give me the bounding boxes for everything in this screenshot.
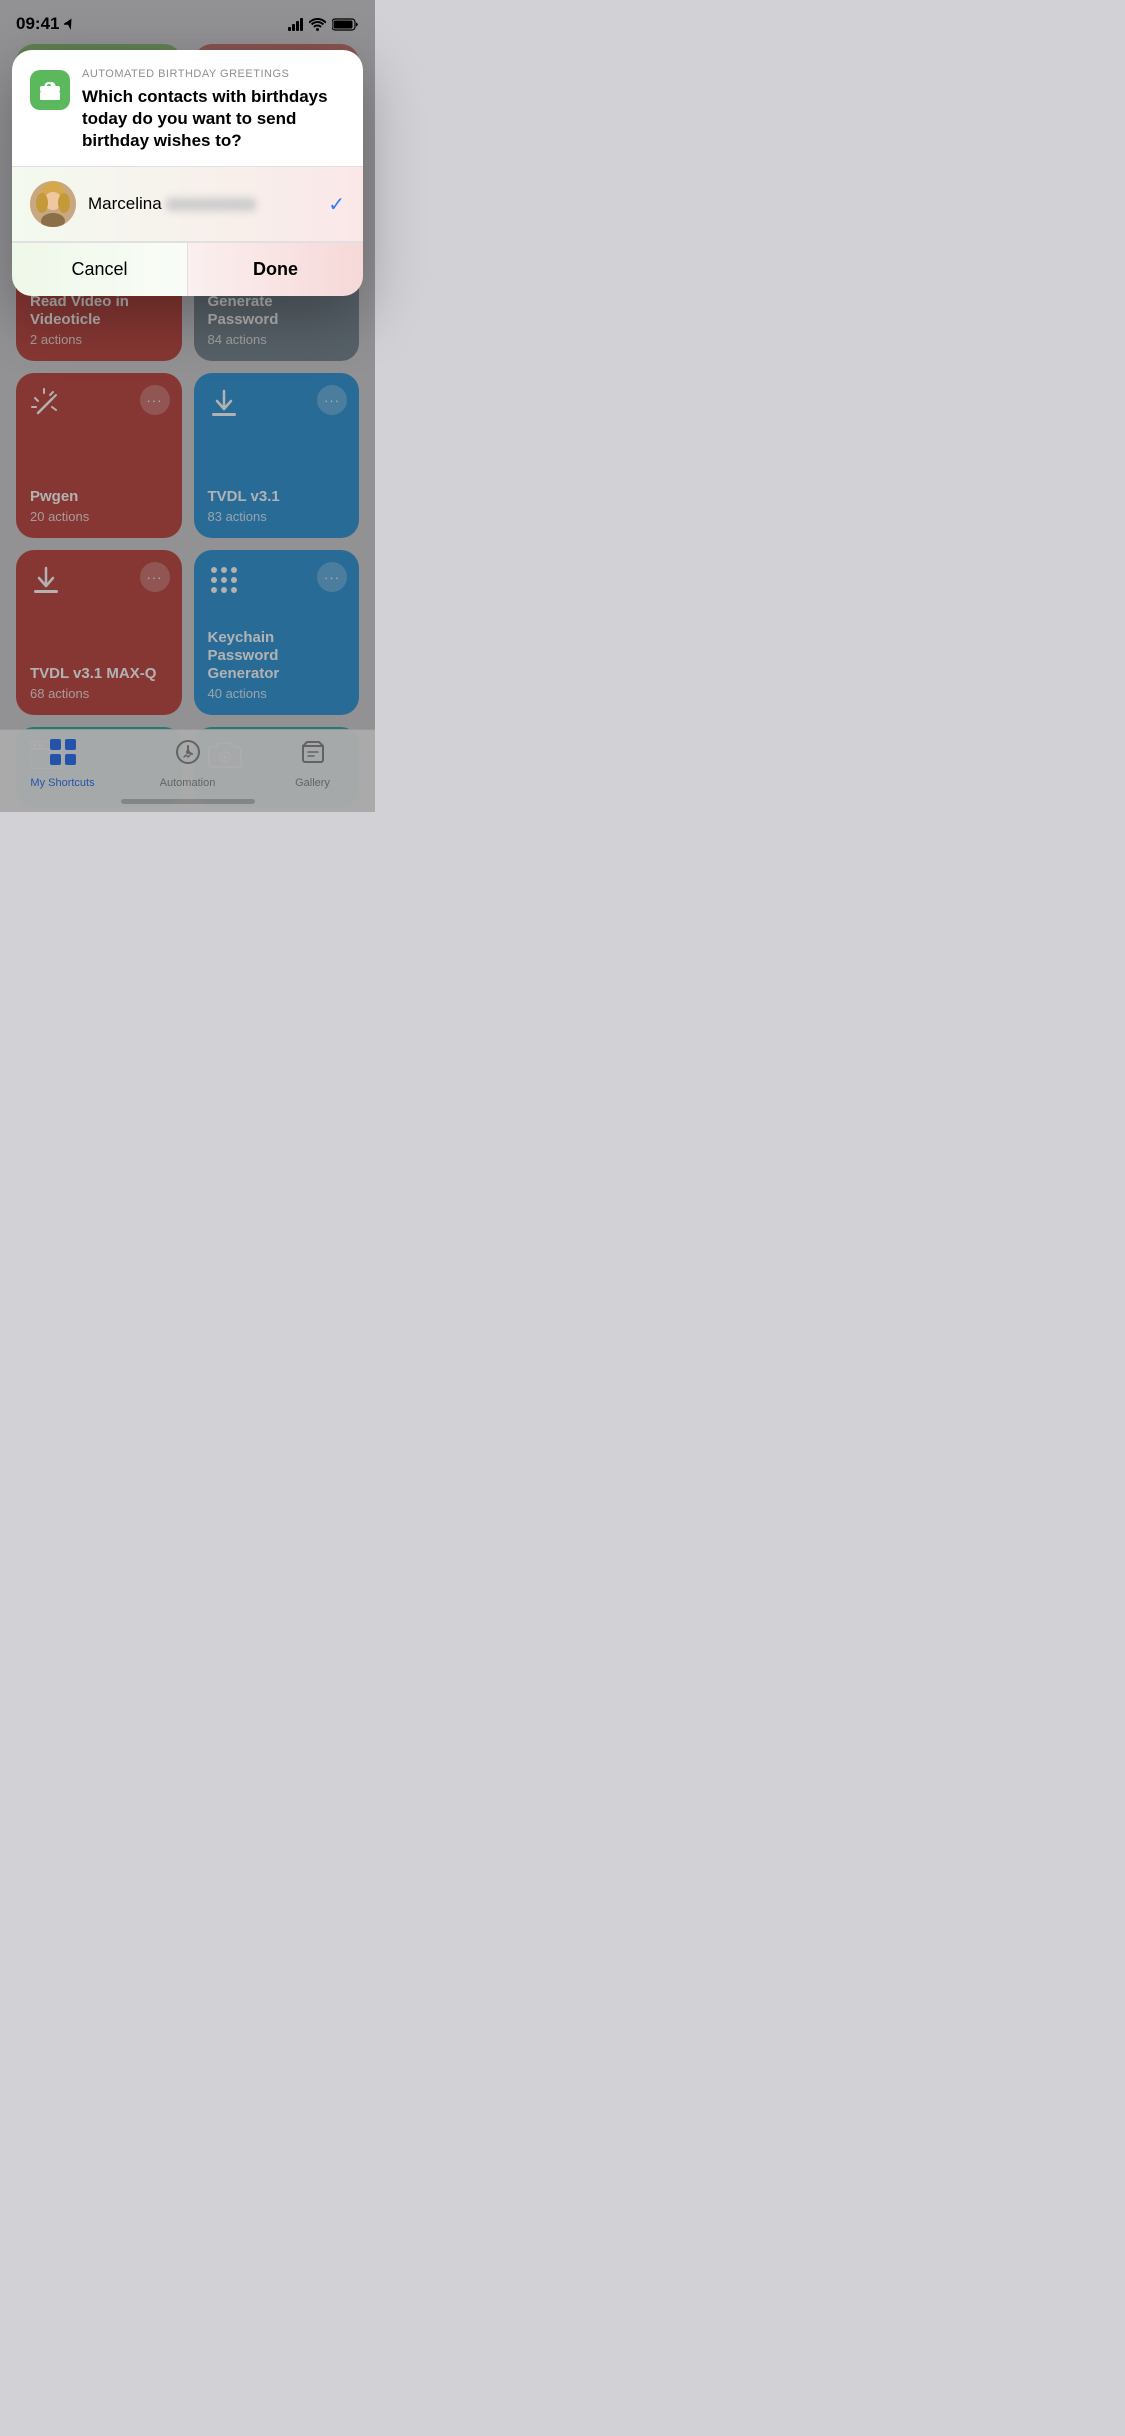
done-button[interactable]: Done bbox=[188, 243, 363, 296]
contact-row[interactable]: Marcelina ✓ bbox=[12, 167, 363, 241]
modal-header: AUTOMATED BIRTHDAY GREETINGS Which conta… bbox=[12, 50, 363, 166]
modal-overlay: AUTOMATED BIRTHDAY GREETINGS Which conta… bbox=[0, 0, 375, 812]
contact-name: Marcelina bbox=[88, 194, 316, 214]
modal-app-name: AUTOMATED BIRTHDAY GREETINGS bbox=[82, 68, 345, 80]
modal-header-text: AUTOMATED BIRTHDAY GREETINGS Which conta… bbox=[82, 68, 345, 152]
contact-avatar bbox=[30, 181, 76, 227]
cancel-button[interactable]: Cancel bbox=[12, 243, 188, 296]
birthday-modal: AUTOMATED BIRTHDAY GREETINGS Which conta… bbox=[12, 50, 363, 296]
contact-checkmark[interactable]: ✓ bbox=[328, 192, 345, 217]
modal-question: Which contacts with birthdays today do y… bbox=[82, 86, 345, 152]
app-icon bbox=[30, 70, 70, 110]
modal-actions: Cancel Done bbox=[12, 242, 363, 296]
